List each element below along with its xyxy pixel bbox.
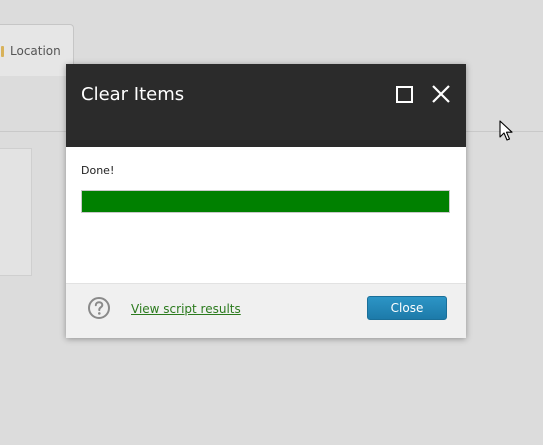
mouse-cursor-icon [499, 120, 513, 141]
progress-bar [81, 190, 450, 213]
view-script-results-link[interactable]: View script results [131, 302, 241, 316]
maximize-icon [396, 86, 413, 103]
dialog-body: Done! [66, 147, 466, 283]
dialog-header: Clear Items [66, 64, 466, 147]
close-icon [432, 85, 450, 103]
close-button[interactable]: Close [367, 296, 447, 320]
dialog-close-button[interactable] [428, 83, 454, 107]
help-button[interactable] [87, 296, 111, 320]
location-icon [1, 46, 4, 57]
maximize-button[interactable] [392, 83, 418, 107]
app-window: Location Clear Items Done! View script r… [0, 0, 543, 445]
progress-fill [82, 191, 449, 212]
dialog-title: Clear Items [81, 84, 185, 105]
clear-items-dialog: Clear Items Done! View script results Cl… [66, 64, 466, 338]
location-tab[interactable]: Location [0, 24, 74, 76]
location-tab-label: Location [10, 44, 61, 58]
background-panel [0, 148, 32, 276]
status-text: Done! [81, 164, 115, 177]
dialog-footer: View script results Close [66, 283, 466, 338]
help-icon [88, 297, 110, 319]
